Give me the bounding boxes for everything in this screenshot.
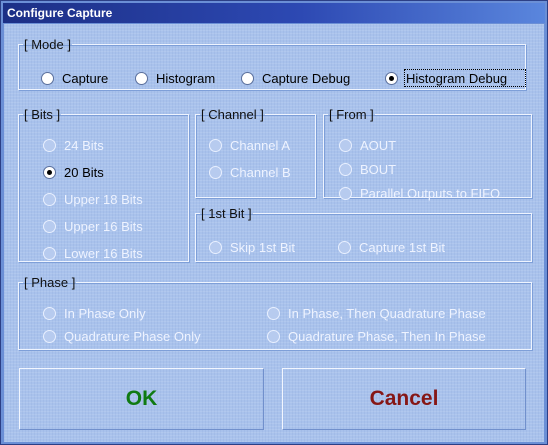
radio-circle-icon — [339, 163, 352, 176]
from-group-legend: [ From ] — [329, 107, 374, 122]
bits-upper-16-label: Upper 16 Bits — [64, 219, 143, 234]
from-group: [ From ] AOUT BOUT Parallel Outputs to F… — [323, 107, 532, 201]
dialog-client-area: [ Mode ] Capture Histogram Capture Debug… — [4, 24, 544, 442]
capture-first-bit-radio[interactable]: Capture 1st Bit — [338, 240, 445, 255]
radio-circle-icon — [43, 330, 56, 343]
mode-capture-radio[interactable]: Capture — [41, 71, 108, 86]
phase-in-then-quadrature-label: In Phase, Then Quadrature Phase — [288, 306, 486, 321]
bits-lower-16-radio[interactable]: Lower 16 Bits — [43, 246, 143, 261]
mode-histogram-debug-radio[interactable]: Histogram Debug — [385, 71, 507, 86]
mode-group: [ Mode ] Capture Histogram Capture Debug… — [18, 38, 526, 90]
bits-20-radio[interactable]: 20 Bits — [43, 165, 104, 180]
channel-group-legend: [ Channel ] — [201, 107, 264, 122]
radio-circle-icon — [339, 187, 352, 200]
radio-circle-icon — [209, 241, 222, 254]
from-aout-radio[interactable]: AOUT — [339, 138, 396, 153]
bits-24-radio[interactable]: 24 Bits — [43, 138, 104, 153]
radio-circle-icon — [241, 72, 254, 85]
radio-circle-icon — [385, 72, 398, 85]
phase-group: [ Phase ] In Phase Only In Phase, Then Q… — [18, 276, 532, 350]
radio-circle-icon — [339, 139, 352, 152]
channel-b-radio[interactable]: Channel B — [209, 165, 291, 180]
radio-circle-icon — [338, 241, 351, 254]
mode-histogram-radio[interactable]: Histogram — [135, 71, 215, 86]
bits-upper-18-radio[interactable]: Upper 18 Bits — [43, 192, 143, 207]
phase-quadrature-only-radio[interactable]: Quadrature Phase Only — [43, 329, 201, 344]
bits-lower-16-label: Lower 16 Bits — [64, 246, 143, 261]
mode-capture-label: Capture — [62, 71, 109, 86]
phase-group-legend: [ Phase ] — [24, 275, 76, 290]
window-title: Configure Capture — [3, 3, 545, 23]
channel-group: [ Channel ] Channel A Channel B — [195, 108, 316, 198]
channel-a-radio[interactable]: Channel A — [209, 138, 290, 153]
phase-in-phase-only-radio[interactable]: In Phase Only — [43, 306, 146, 321]
phase-in-then-quadrature-radio[interactable]: In Phase, Then Quadrature Phase — [267, 306, 486, 321]
radio-circle-icon — [43, 307, 56, 320]
bits-upper-18-label: Upper 18 Bits — [64, 192, 143, 207]
channel-a-label: Channel A — [230, 138, 290, 153]
phase-quadrature-then-in-label: Quadrature Phase, Then In Phase — [288, 329, 486, 344]
skip-first-bit-radio[interactable]: Skip 1st Bit — [209, 240, 295, 255]
from-aout-label: AOUT — [360, 138, 397, 153]
radio-circle-icon — [41, 72, 54, 85]
mode-histogram-debug-label: Histogram Debug — [406, 71, 508, 86]
bits-upper-16-radio[interactable]: Upper 16 Bits — [43, 219, 143, 234]
bits-20-label: 20 Bits — [64, 165, 104, 180]
cancel-button[interactable]: Cancel — [282, 368, 526, 430]
ok-button[interactable]: OK — [19, 368, 264, 430]
phase-in-phase-only-label: In Phase Only — [64, 306, 146, 321]
bits-group: [ Bits ] 24 Bits 20 Bits Upper 18 Bits U… — [18, 108, 189, 262]
radio-circle-icon — [209, 166, 222, 179]
mode-capture-debug-radio[interactable]: Capture Debug — [241, 71, 350, 86]
phase-quadrature-only-label: Quadrature Phase Only — [64, 329, 201, 344]
radio-circle-icon — [267, 330, 280, 343]
from-bout-label: BOUT — [360, 162, 397, 177]
phase-quadrature-then-in-radio[interactable]: Quadrature Phase, Then In Phase — [267, 329, 486, 344]
radio-circle-icon — [43, 193, 56, 206]
first-bit-group-legend: [ 1st Bit ] — [201, 206, 252, 221]
radio-circle-icon — [43, 166, 56, 179]
mode-group-legend: [ Mode ] — [24, 37, 71, 52]
first-bit-group: [ 1st Bit ] Skip 1st Bit Capture 1st Bit — [195, 207, 532, 262]
from-bout-radio[interactable]: BOUT — [339, 162, 396, 177]
configure-capture-dialog: Configure Capture [ Mode ] Capture Histo… — [0, 0, 548, 445]
from-parallel-outputs-radio[interactable]: Parallel Outputs to FIFO — [339, 186, 500, 201]
bits-group-legend: [ Bits ] — [24, 107, 61, 122]
radio-circle-icon — [43, 247, 56, 260]
radio-circle-icon — [135, 72, 148, 85]
skip-first-bit-label: Skip 1st Bit — [230, 240, 296, 255]
mode-capture-debug-label: Capture Debug — [262, 71, 351, 86]
radio-circle-icon — [267, 307, 280, 320]
capture-first-bit-label: Capture 1st Bit — [359, 240, 445, 255]
from-parallel-outputs-label: Parallel Outputs to FIFO — [360, 186, 501, 201]
radio-circle-icon — [43, 220, 56, 233]
channel-b-label: Channel B — [230, 165, 291, 180]
radio-circle-icon — [43, 139, 56, 152]
bits-24-label: 24 Bits — [64, 138, 104, 153]
radio-circle-icon — [209, 139, 222, 152]
mode-histogram-label: Histogram — [156, 71, 216, 86]
